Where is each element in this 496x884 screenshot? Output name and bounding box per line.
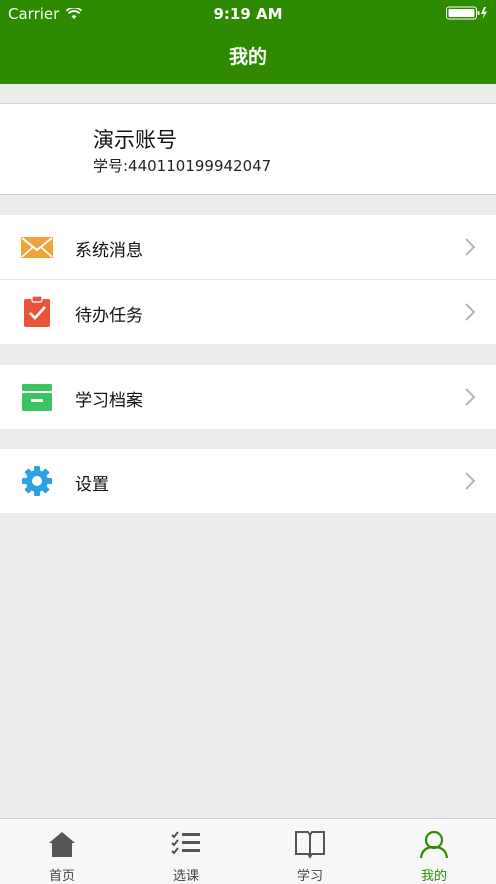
menu-item-label: 设置 — [75, 475, 109, 495]
tab-label: 我的 — [420, 869, 447, 884]
archive-box-icon — [20, 381, 54, 413]
clock: 9:19 AM — [213, 5, 283, 23]
menu-item-label: 待办任务 — [75, 306, 143, 326]
menu-group-inbox: 系统消息 待办任务 — [0, 215, 496, 344]
chevron-right-icon — [464, 387, 476, 407]
menu-item-messages[interactable]: 系统消息 — [0, 215, 496, 279]
gear-icon — [20, 465, 54, 497]
menu-item-todo[interactable]: 待办任务 — [0, 279, 496, 344]
clipboard-check-icon — [20, 295, 54, 328]
book-icon — [295, 831, 325, 859]
menu-item-records[interactable]: 学习档案 — [0, 365, 496, 429]
checklist-icon — [171, 831, 200, 855]
menu-item-label: 学习档案 — [75, 391, 143, 411]
student-id: 学号:440110199942047 — [93, 157, 272, 175]
tab-label: 选课 — [172, 869, 199, 884]
account-name: 演示账号 — [93, 128, 177, 152]
tab-bar: 首页 选课 学习 我的 — [0, 818, 496, 884]
status-bar: Carrier 9:19 AM — [0, 0, 496, 28]
profile-card[interactable]: 演示账号 学号:440110199942047 — [0, 103, 496, 195]
menu-group-records: 学习档案 — [0, 365, 496, 429]
tab-courses[interactable]: 选课 — [124, 819, 248, 884]
tab-label: 学习 — [296, 869, 323, 884]
page-title: 我的 — [228, 46, 267, 68]
chevron-right-icon — [464, 302, 476, 322]
home-icon — [49, 832, 75, 857]
menu-item-settings[interactable]: 设置 — [0, 449, 496, 513]
envelope-icon — [20, 231, 54, 263]
tab-study[interactable]: 学习 — [248, 819, 372, 884]
person-icon — [419, 830, 449, 859]
top-bar: Carrier 9:19 AM 我的 — [0, 0, 496, 84]
chevron-right-icon — [464, 471, 476, 491]
menu-item-label: 系统消息 — [75, 241, 143, 261]
menu-group-settings: 设置 — [0, 449, 496, 513]
tab-label: 首页 — [48, 869, 75, 884]
tab-home[interactable]: 首页 — [0, 819, 124, 884]
battery-icon — [446, 6, 488, 24]
tab-me[interactable]: 我的 — [372, 819, 496, 884]
chevron-right-icon — [464, 237, 476, 257]
